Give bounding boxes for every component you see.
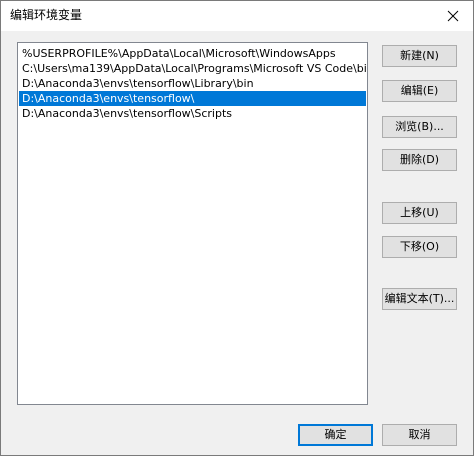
list-item[interactable]: C:\Users\ma139\AppData\Local\Programs\Mi… bbox=[19, 61, 366, 76]
ok-button[interactable]: 确定 bbox=[298, 424, 373, 446]
delete-button[interactable]: 删除(D) bbox=[382, 149, 457, 171]
move-up-button[interactable]: 上移(U) bbox=[382, 202, 457, 224]
cancel-button[interactable]: 取消 bbox=[382, 424, 457, 446]
path-list[interactable]: %USERPROFILE%\AppData\Local\Microsoft\Wi… bbox=[17, 42, 368, 405]
move-down-button[interactable]: 下移(O) bbox=[382, 236, 457, 258]
list-item[interactable]: D:\Anaconda3\envs\tensorflow\Scripts bbox=[19, 106, 366, 121]
list-item[interactable]: D:\Anaconda3\envs\tensorflow\Library\bin bbox=[19, 76, 366, 91]
edit-text-button[interactable]: 编辑文本(T)... bbox=[382, 288, 457, 310]
close-button[interactable] bbox=[443, 6, 463, 26]
close-icon bbox=[447, 10, 459, 22]
title-bar[interactable]: 编辑环境变量 bbox=[1, 1, 473, 31]
new-button[interactable]: 新建(N) bbox=[382, 45, 457, 67]
edit-env-var-dialog: 编辑环境变量 %USERPROFILE%\AppData\Local\Micro… bbox=[0, 0, 474, 456]
browse-button[interactable]: 浏览(B)... bbox=[382, 116, 457, 138]
list-item[interactable]: %USERPROFILE%\AppData\Local\Microsoft\Wi… bbox=[19, 46, 366, 61]
list-item[interactable]: D:\Anaconda3\envs\tensorflow\ bbox=[19, 91, 366, 106]
edit-button[interactable]: 编辑(E) bbox=[382, 80, 457, 102]
dialog-title: 编辑环境变量 bbox=[10, 8, 83, 22]
